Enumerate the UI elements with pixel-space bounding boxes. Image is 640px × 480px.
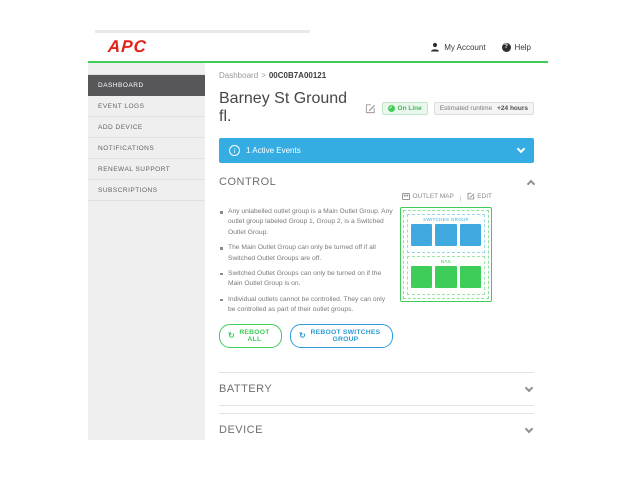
outlet[interactable]: [435, 266, 457, 288]
battery-title: BATTERY: [219, 383, 273, 396]
outlet-group-label: NAS: [440, 259, 452, 264]
sidebar-item-subscriptions[interactable]: SUBSCRIPTIONS: [88, 180, 205, 201]
check-icon: ✓: [387, 104, 395, 112]
outlet-map-link[interactable]: OUTLET MAP: [402, 193, 454, 200]
sidebar: DASHBOARD EVENT LOGS ADD DEVICE NOTIFICA…: [88, 63, 205, 440]
sidebar-item-notifications[interactable]: NOTIFICATIONS: [88, 138, 205, 159]
my-account-label: My Account: [444, 42, 486, 52]
page-title: Barney St Ground fl.: [219, 90, 348, 125]
outlet[interactable]: [435, 224, 457, 246]
outlet-map-inner: SWITCHES GROUP NAS: [403, 210, 489, 299]
sidebar-item-dashboard[interactable]: DASHBOARD: [88, 74, 205, 96]
device-section-header[interactable]: DEVICE: [219, 413, 534, 440]
control-body: Any unlabelled outlet group is a Main Ou…: [219, 207, 492, 349]
outlet-map-icon: [402, 193, 411, 200]
runtime-value: +24 hours: [497, 104, 528, 112]
outlet[interactable]: [459, 266, 481, 288]
chevron-down-icon: [524, 424, 534, 434]
sidebar-item-renewal-support[interactable]: RENEWAL SUPPORT: [88, 159, 205, 180]
chevron-down-icon: [516, 144, 526, 154]
runtime-label: Estimated runtime: [439, 104, 493, 112]
control-section-header[interactable]: CONTROL: [219, 163, 536, 190]
control-rule: Individual outlets cannot be controlled.…: [219, 295, 393, 316]
chevron-down-icon: [524, 383, 534, 393]
outlet-map: SWITCHES GROUP NAS: [400, 207, 492, 302]
breadcrumb-device-id: 00C0B7A00121: [268, 71, 327, 80]
help-button[interactable]: ? Help: [501, 42, 531, 52]
person-icon: [430, 42, 440, 52]
control-rules-list: Any unlabelled outlet group is a Main Ou…: [219, 207, 393, 315]
breadcrumb: Dashboard >00C0B7A00121: [219, 71, 534, 80]
refresh-icon: ↻: [228, 331, 235, 341]
control-section: CONTROL OUTLET MAP | EDIT Any unlabelled…: [219, 163, 536, 349]
control-rule: Any unlabelled outlet group is a Main Ou…: [219, 207, 393, 238]
control-links-row: OUTLET MAP | EDIT: [219, 192, 492, 202]
info-icon: i: [229, 145, 240, 156]
chevron-up-icon: [526, 179, 536, 188]
sidebar-item-add-device[interactable]: ADD DEVICE: [88, 117, 205, 138]
link-separator: |: [459, 195, 462, 202]
refresh-icon: ↻: [299, 331, 306, 341]
status-label: On Line: [397, 104, 422, 112]
device-title-row: Barney St Ground fl. ✓ On Line Estimated…: [219, 90, 534, 126]
device-title: DEVICE: [219, 424, 263, 437]
reboot-all-button[interactable]: ↻ REBOOT ALL: [219, 324, 282, 349]
reboot-switches-group-button[interactable]: ↻ REBOOT SWITCHES GROUP: [290, 324, 393, 349]
apc-logo: APC: [107, 37, 148, 56]
control-buttons-row: ↻ REBOOT ALL ↻ REBOOT SWITCHES GROUP: [219, 324, 393, 349]
runtime-badge: Estimated runtime +24 hours: [433, 101, 534, 115]
edit-device-name-icon[interactable]: [365, 103, 376, 114]
breadcrumb-separator: >: [261, 71, 266, 80]
edit-icon: [467, 192, 475, 200]
outlet[interactable]: [411, 224, 433, 246]
outlet[interactable]: [411, 266, 433, 288]
help-label: Help: [514, 42, 531, 52]
control-rule: The Main Outlet Group can only be turned…: [219, 243, 393, 264]
outlet-group-switches: SWITCHES GROUP: [407, 214, 485, 253]
top-bar-actions: My Account ? Help: [430, 42, 531, 52]
edit-link[interactable]: EDIT: [467, 192, 492, 200]
outlet-group-label: SWITCHES GROUP: [423, 217, 469, 222]
my-account-button[interactable]: My Account: [430, 42, 486, 52]
top-bar: APC My Account ? Help: [88, 33, 548, 63]
control-title: CONTROL: [219, 176, 277, 188]
help-icon: ?: [501, 42, 511, 52]
sidebar-item-event-logs[interactable]: EVENT LOGS: [88, 96, 205, 117]
main-content: Dashboard >00C0B7A00121 Barney St Ground …: [205, 63, 548, 440]
outlet-group-nas: NAS: [407, 256, 485, 295]
status-badge: ✓ On Line: [381, 101, 428, 115]
app-window: APC My Account ? Help DASHBOARD EVENT LO…: [88, 33, 548, 442]
outlet[interactable]: [459, 224, 481, 246]
active-events-bar[interactable]: i 1 Active Events: [219, 138, 534, 163]
battery-section-header[interactable]: BATTERY: [219, 372, 534, 407]
active-events-label: 1 Active Events: [246, 146, 301, 155]
breadcrumb-dashboard-link[interactable]: Dashboard: [219, 71, 258, 80]
control-rule: Switched Outlet Groups can only be turne…: [219, 269, 393, 290]
